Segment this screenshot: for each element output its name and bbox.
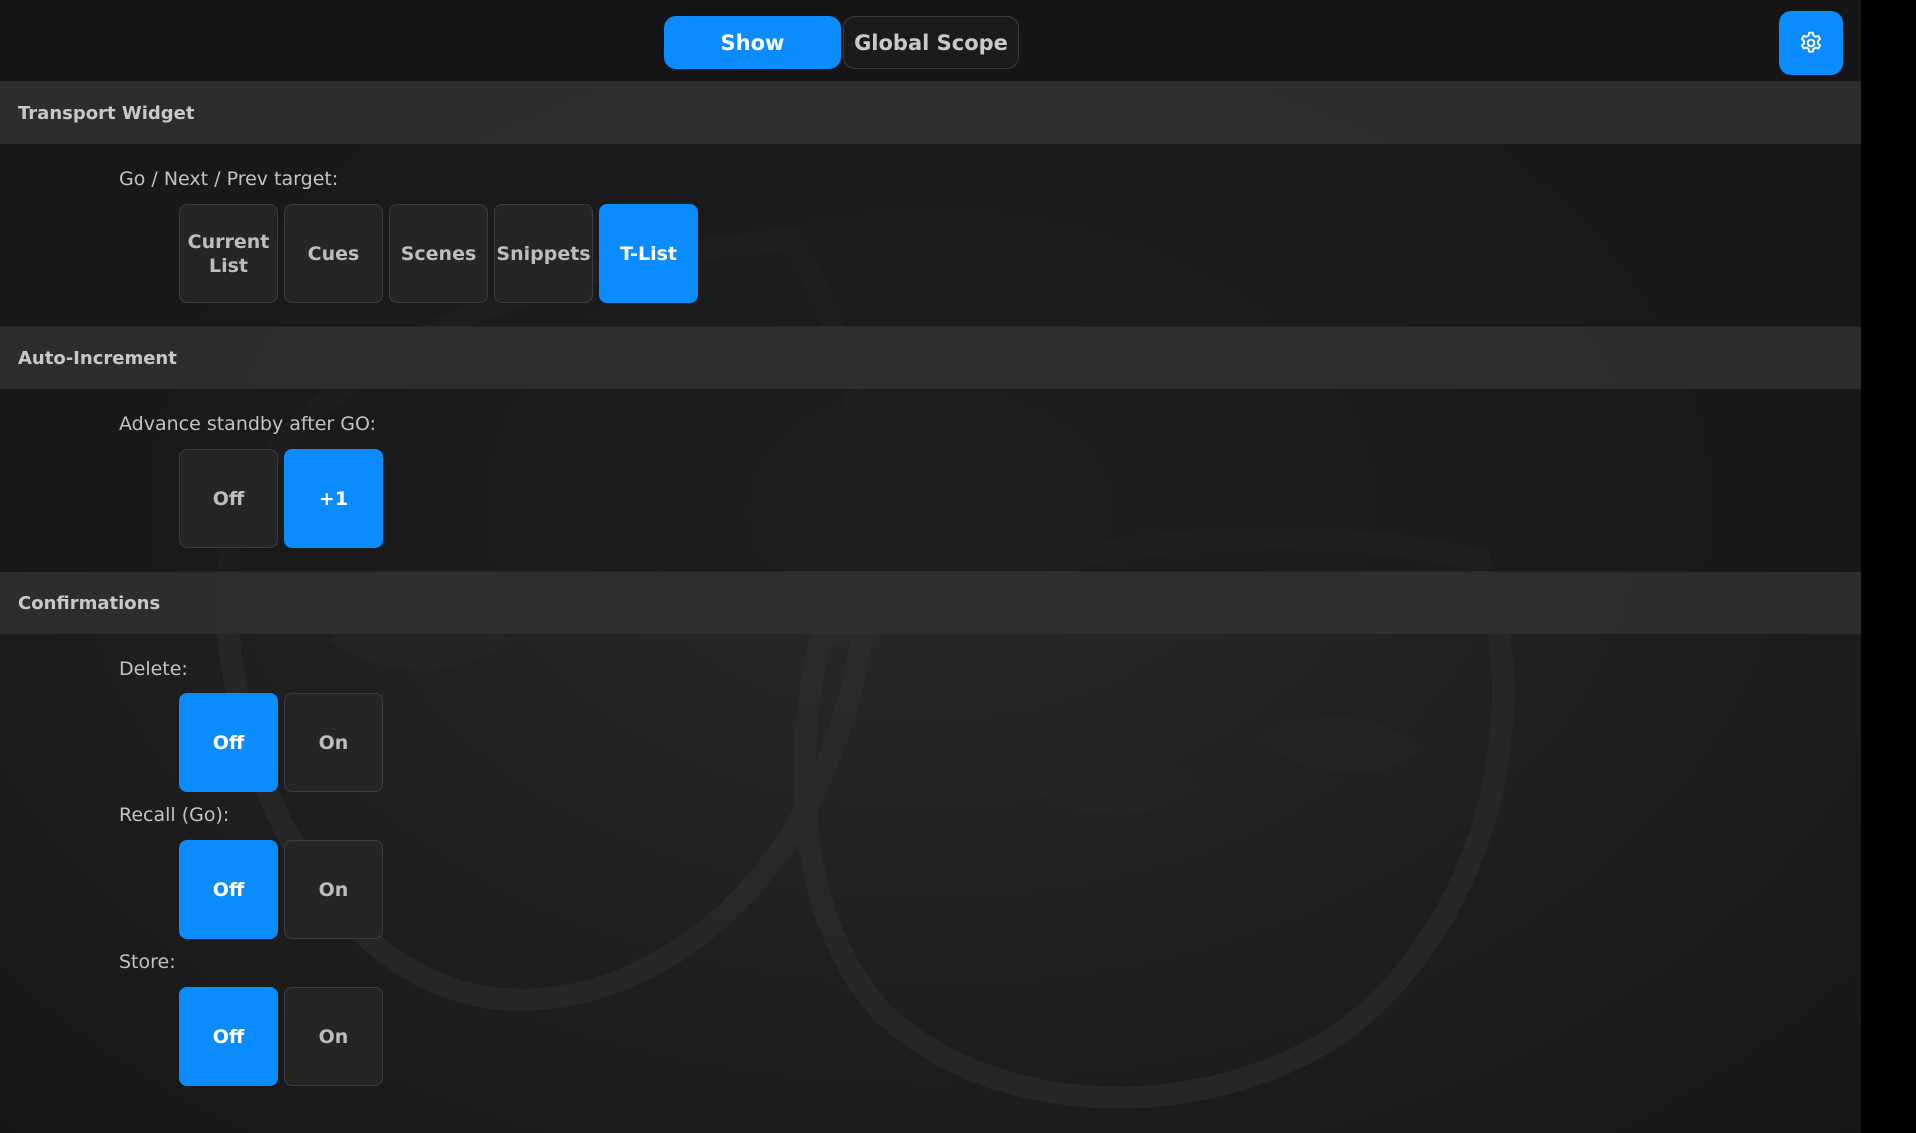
delete-off-button[interactable]: Off [179,693,278,792]
store-label: Store: [119,951,176,973]
tab-show[interactable]: Show [664,16,841,69]
delete-on-button[interactable]: On [284,693,383,792]
auto-increment-off-button[interactable]: Off [179,449,278,548]
section-title: Transport Widget [18,102,195,124]
recall-go-label: Recall (Go): [119,804,230,826]
auto-increment-plus-one-button[interactable]: +1 [284,449,383,548]
delete-label: Delete: [119,658,188,680]
target-option-current-list[interactable]: Current List [179,204,278,303]
recall-on-button[interactable]: On [284,840,383,939]
go-next-prev-target-label: Go / Next / Prev target: [119,168,339,190]
gear-icon [1800,31,1822,53]
section-header-auto-increment: Auto-Increment [0,327,1861,389]
target-option-t-list[interactable]: T-List [599,204,698,303]
settings-screen: Show Global Scope Transport Widget Go / … [0,0,1861,1133]
top-bar: Show Global Scope [0,0,1861,82]
section-title: Auto-Increment [18,347,177,369]
advance-standby-label: Advance standby after GO: [119,413,377,435]
target-option-cues[interactable]: Cues [284,204,383,303]
recall-off-button[interactable]: Off [179,840,278,939]
store-on-button[interactable]: On [284,987,383,1086]
target-option-snippets[interactable]: Snippets [494,204,593,303]
screen-edge [1861,0,1916,1133]
store-off-button[interactable]: Off [179,987,278,1086]
target-option-scenes[interactable]: Scenes [389,204,488,303]
settings-button[interactable] [1779,11,1843,75]
section-header-transport-widget: Transport Widget [0,82,1861,144]
tab-global-scope[interactable]: Global Scope [843,16,1019,69]
section-title: Confirmations [18,592,161,614]
section-header-confirmations: Confirmations [0,572,1861,634]
